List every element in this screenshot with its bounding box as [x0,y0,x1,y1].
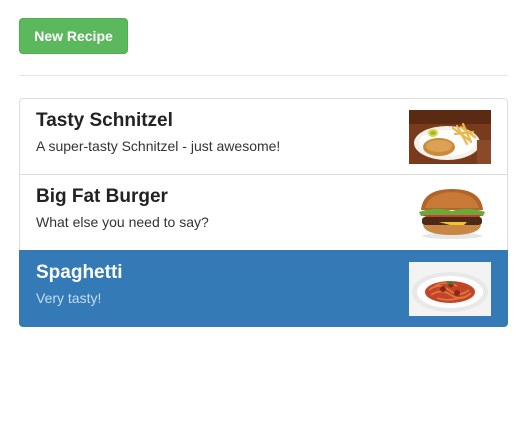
recipe-item-spaghetti[interactable]: Spaghetti Very tasty! [19,250,508,327]
divider [19,75,508,76]
recipe-list: Tasty Schnitzel A super-tasty Schnitzel … [19,98,508,327]
new-recipe-button[interactable]: New Recipe [19,18,128,54]
recipe-title: Big Fat Burger [36,186,168,207]
spaghetti-image [409,262,491,316]
recipe-title: Spaghetti [36,262,123,283]
recipe-description: Very tasty! [36,290,102,306]
burger-image [409,186,491,240]
recipe-book-page: New Recipe Tasty Schnitzel A super-tasty… [0,0,531,440]
recipe-description: A super-tasty Schnitzel - just awesome! [36,138,281,154]
recipe-description: What else you need to say? [36,214,209,230]
schnitzel-image [409,110,491,164]
recipe-title: Tasty Schnitzel [36,110,173,131]
recipe-item-tasty-schnitzel[interactable]: Tasty Schnitzel A super-tasty Schnitzel … [19,98,508,175]
recipe-item-big-fat-burger[interactable]: Big Fat Burger What else you need to say… [19,174,508,251]
